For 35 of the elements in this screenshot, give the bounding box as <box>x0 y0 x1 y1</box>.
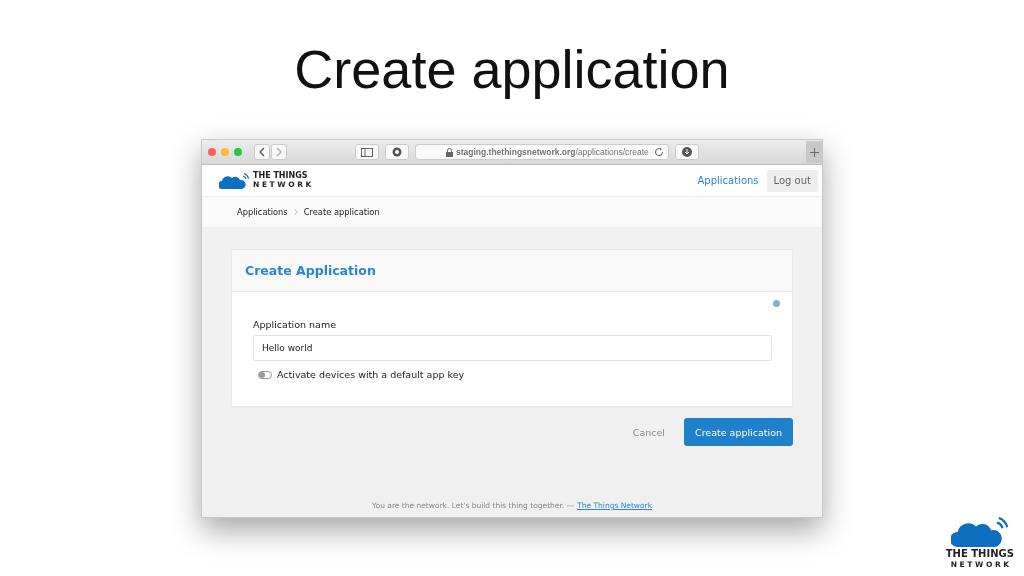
logout-button[interactable]: Log out <box>766 169 818 192</box>
cloud-logo-icon <box>950 516 1009 547</box>
download-icon <box>682 147 692 157</box>
create-button[interactable]: Create application <box>684 418 793 446</box>
separator-icon <box>293 209 298 215</box>
back-button[interactable] <box>254 144 270 160</box>
chevron-left-icon <box>258 147 266 157</box>
ring-icon <box>392 147 402 157</box>
toggle-switch[interactable] <box>258 370 272 379</box>
reload-icon[interactable] <box>654 147 664 157</box>
download-button[interactable] <box>675 144 699 160</box>
breadcrumb-link[interactable]: Create application <box>303 207 380 217</box>
url-text: staging.thethingsnetwork.org/applications/create <box>456 147 649 157</box>
toggle-label: Activate devices with a default app key <box>277 369 465 380</box>
lock-icon <box>446 147 453 157</box>
input-field[interactable]: Hello world <box>253 335 772 361</box>
help-icon[interactable] <box>773 300 780 307</box>
zoom-icon[interactable] <box>234 148 242 156</box>
sidebar-icon <box>361 147 373 157</box>
close-icon[interactable] <box>208 148 216 156</box>
cancel-button[interactable]: Cancel <box>626 425 671 439</box>
slide-title: Create application <box>294 38 730 101</box>
plus-icon <box>809 147 819 157</box>
address-bar[interactable]: staging.thethingsnetwork.org/applications/create <box>415 144 669 160</box>
card-title: Create Application <box>245 263 376 278</box>
sidebar-button[interactable] <box>355 144 379 160</box>
logo-text: THE THINGS <box>945 548 1014 559</box>
cloud-logo-icon <box>219 172 249 189</box>
field-label: Application name <box>253 319 338 330</box>
chevron-right-icon <box>275 147 283 157</box>
breadcrumb-link[interactable]: Applications <box>237 207 288 217</box>
logo-text: THE THINGS <box>253 172 309 181</box>
nav-link[interactable]: Applications <box>697 175 759 186</box>
new-tab-button[interactable] <box>806 141 822 163</box>
shield-button[interactable] <box>385 144 409 160</box>
